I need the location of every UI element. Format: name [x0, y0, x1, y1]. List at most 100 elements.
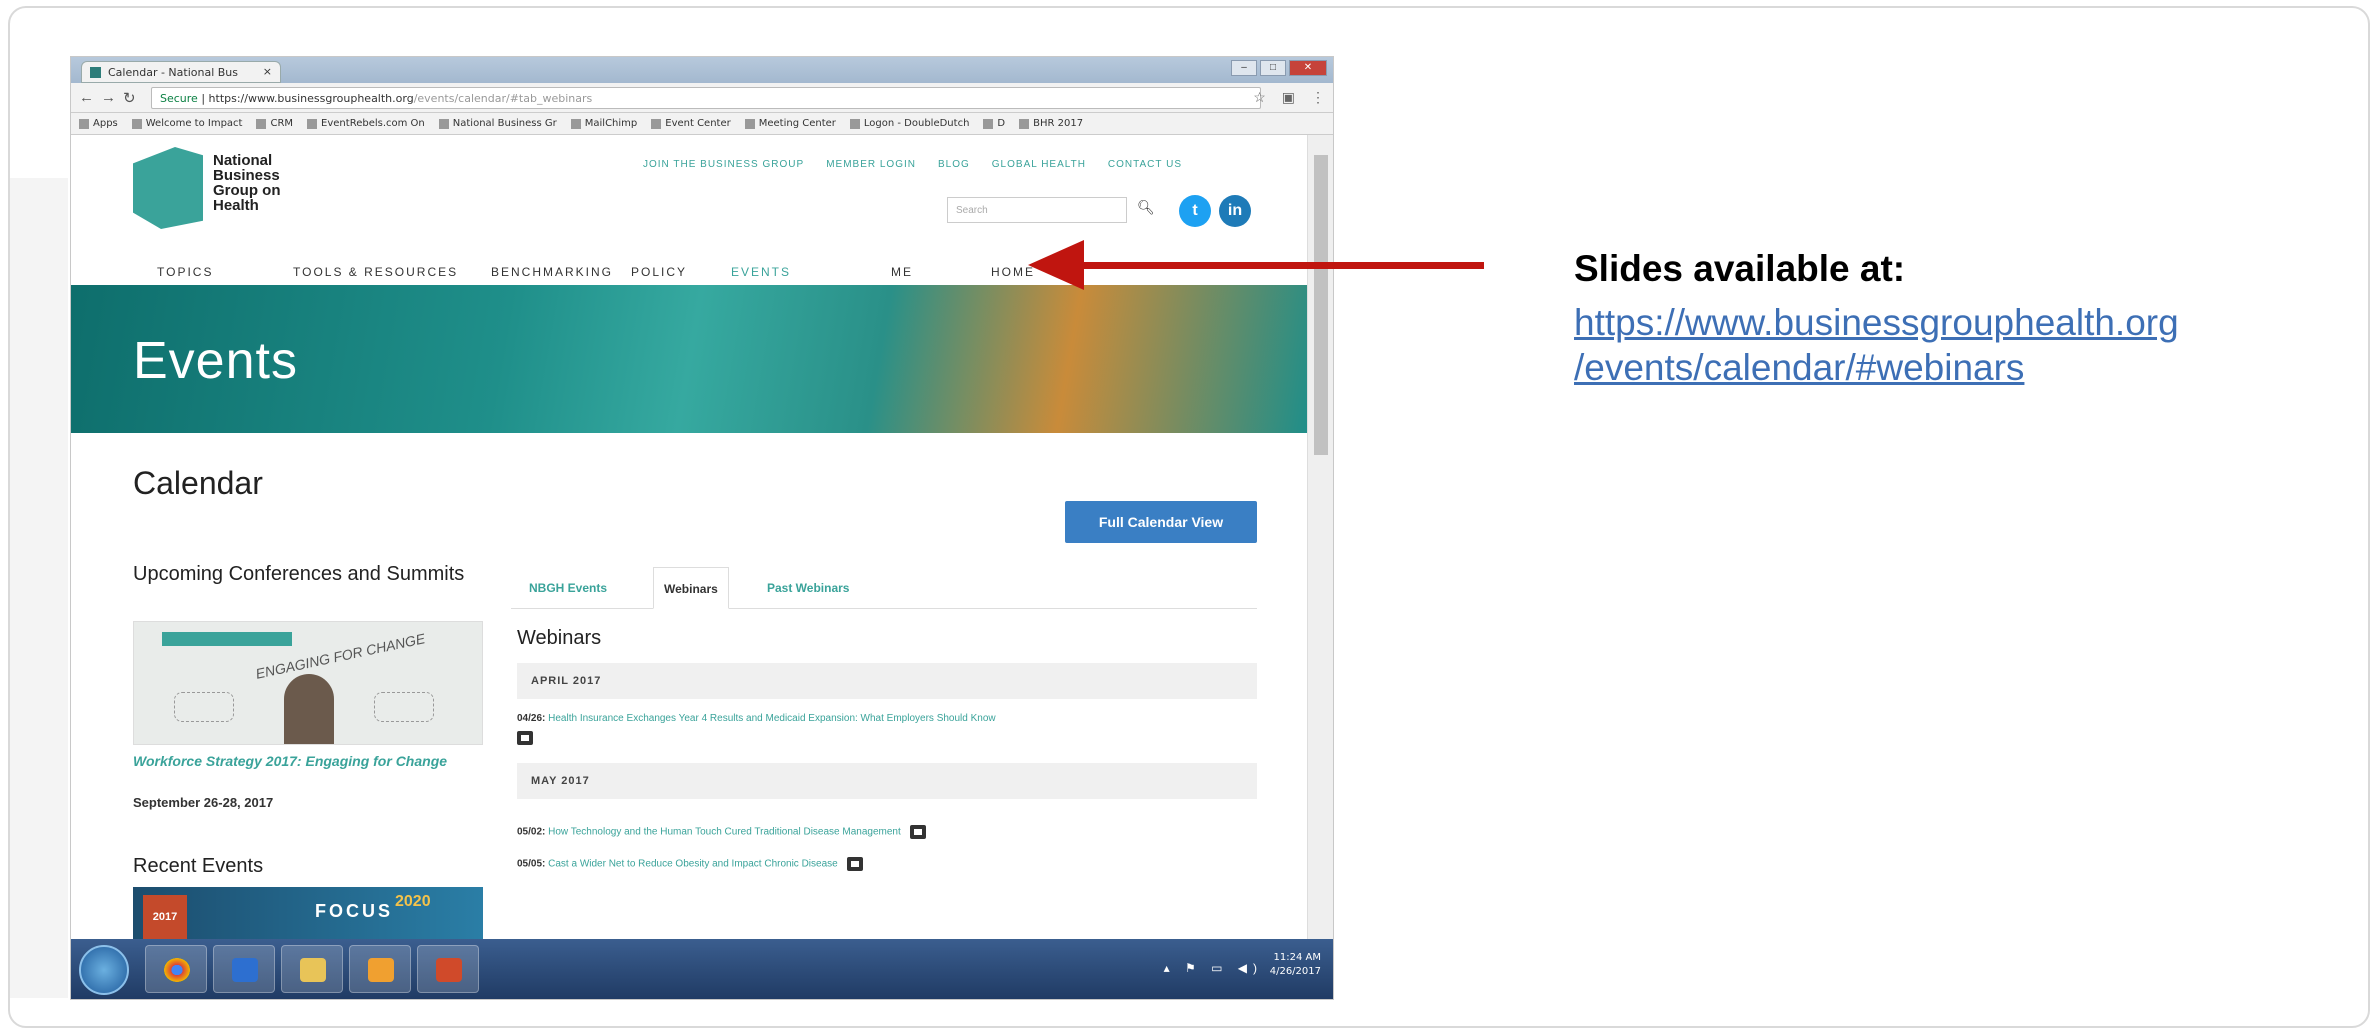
browser-screenshot: Calendar - National Bus × – □ ✕ ← → ↻ Se… — [70, 56, 1334, 1000]
slides-link[interactable]: https://www.businessgrouphealth.org /eve… — [1574, 300, 2179, 390]
callout-label: Slides available at: — [1574, 248, 1906, 289]
conference-image[interactable]: ENGAGING FOR CHANGE — [133, 621, 483, 745]
bookmark-icon — [651, 118, 662, 129]
url-path: /events/calendar/#tab_webinars — [413, 92, 593, 105]
recent-event-image[interactable]: 2017 2020 FOCUS — [133, 887, 483, 939]
nav-item-topics[interactable]: TOPICS — [157, 253, 213, 279]
menu-icon[interactable]: ⋮ — [1311, 89, 1325, 106]
search-icon[interactable]: 🔍︎ — [1137, 199, 1155, 216]
explorer-taskbar-icon[interactable] — [281, 945, 343, 993]
bookmark-item[interactable]: EventRebels.com On — [307, 118, 425, 129]
event-item[interactable]: 05/02: How Technology and the Human Touc… — [517, 825, 926, 839]
windows-taskbar: ▴ ⚑ ▭ ◀) 11:24 AM 4/26/2017 — [71, 939, 1333, 999]
bookmark-icon — [79, 118, 89, 129]
utility-links: JOIN THE BUSINESS GROUP MEMBER LOGIN BLOG G… — [643, 159, 1182, 170]
bookmark-item[interactable]: CRM — [256, 118, 293, 129]
forward-icon[interactable]: → — [101, 89, 116, 106]
bookmark-icon — [570, 118, 581, 129]
recent-image-year: 2020 — [395, 893, 431, 910]
bookmark-icon — [307, 118, 318, 129]
month-header: MAY 2017 — [517, 763, 1257, 799]
taskbar-clock[interactable]: 11:24 AM 4/26/2017 — [1270, 951, 1321, 979]
bookmarks-bar: Apps Welcome to Impact CRM EventRebels.com … — [71, 113, 1333, 135]
favicon-icon — [90, 67, 101, 78]
utility-link[interactable]: BLOG — [938, 159, 970, 170]
tab-nbgh-events[interactable]: NBGH Events — [519, 567, 617, 609]
scroll-thumb[interactable] — [1314, 155, 1328, 455]
minimize-button[interactable]: – — [1231, 60, 1257, 76]
slide-edge-panel — [10, 178, 68, 998]
linkedin-icon[interactable]: in — [1219, 195, 1251, 227]
nav-item-tools-resources[interactable]: TOOLS & RESOURCES — [293, 253, 458, 279]
page-scrollbar[interactable] — [1307, 135, 1333, 939]
bookmark-item[interactable]: Meeting Center — [744, 118, 836, 129]
tab-close-icon[interactable]: × — [263, 65, 272, 78]
bookmark-icon — [131, 118, 142, 129]
webinar-tabs: NBGH Events Webinars Past Webinars — [511, 567, 1257, 609]
media-player-taskbar-icon[interactable] — [213, 945, 275, 993]
full-calendar-button[interactable]: Full Calendar View — [1065, 501, 1257, 543]
address-bar-row: ← → ↻ Secure | https://www.businessgroup… — [71, 83, 1333, 113]
event-item[interactable]: 04/26: Health Insurance Exchanges Year 4… — [517, 713, 996, 724]
nbgh-logo-icon[interactable] — [133, 147, 203, 229]
nav-item-benchmarking[interactable]: BENCHMARKING — [491, 253, 613, 279]
doodle-shape — [174, 692, 234, 722]
conference-link[interactable]: Workforce Strategy 2017: Engaging for Ch… — [133, 751, 463, 772]
utility-link[interactable]: MEMBER LOGIN — [826, 159, 916, 170]
nav-item-me[interactable]: ME — [891, 253, 913, 279]
outlook-taskbar-icon[interactable] — [349, 945, 411, 993]
utility-link[interactable]: CONTACT US — [1108, 159, 1182, 170]
nav-item-policy[interactable]: POLICY — [631, 253, 687, 279]
twitter-icon[interactable]: t — [1179, 195, 1211, 227]
url-host: https://www.businessgrouphealth.org — [208, 92, 414, 105]
speaker-photo — [284, 674, 334, 744]
logo-text[interactable]: National Business Group on Health — [213, 153, 281, 213]
video-icon[interactable] — [517, 731, 533, 745]
bookmark-icon — [983, 118, 994, 129]
recent-image-text: FOCUS — [315, 901, 393, 921]
bookmark-item[interactable]: MailChimp — [570, 118, 637, 129]
hero-banner: Events — [71, 285, 1309, 433]
tab-past-webinars[interactable]: Past Webinars — [757, 567, 859, 609]
back-icon[interactable]: ← — [79, 89, 94, 106]
close-window-button[interactable]: ✕ — [1289, 60, 1327, 76]
image-badge — [162, 632, 292, 646]
page-title: Calendar — [133, 465, 263, 501]
nav-item-events[interactable]: EVENTS — [731, 253, 791, 279]
video-icon[interactable] — [846, 857, 863, 871]
bookmark-item[interactable]: BHR 2017 — [1019, 118, 1083, 129]
bookmark-item[interactable]: National Business Gr — [438, 118, 557, 129]
browser-titlebar: Calendar - National Bus × – □ ✕ — [71, 57, 1333, 83]
reload-icon[interactable]: ↻ — [123, 89, 136, 107]
start-button-icon[interactable] — [79, 945, 129, 995]
bookmark-item[interactable]: Apps — [79, 118, 118, 129]
star-icon[interactable]: ☆ — [1253, 89, 1266, 106]
webinars-heading: Webinars — [517, 627, 602, 649]
maximize-button[interactable]: □ — [1260, 60, 1286, 76]
secure-label: Secure — [160, 92, 198, 105]
bookmark-item[interactable]: D — [983, 118, 1005, 129]
bookmark-icon — [744, 118, 755, 129]
chrome-taskbar-icon[interactable] — [145, 945, 207, 993]
tab-webinars[interactable]: Webinars — [653, 567, 729, 609]
utility-link[interactable]: JOIN THE BUSINESS GROUP — [643, 159, 804, 170]
bookmark-item[interactable]: Welcome to Impact — [131, 118, 242, 129]
url-input[interactable]: Secure | https://www.businessgrouphealth… — [151, 87, 1261, 109]
bookmark-item[interactable]: Logon - DoubleDutch — [849, 118, 969, 129]
utility-link[interactable]: GLOBAL HEALTH — [992, 159, 1086, 170]
site-search-input[interactable]: Search — [947, 197, 1127, 223]
window-controls: – □ ✕ — [1231, 60, 1327, 76]
system-tray-icons[interactable]: ▴ ⚑ ▭ ◀) — [1164, 961, 1263, 975]
browser-tab[interactable]: Calendar - National Bus × — [81, 61, 281, 83]
event-item[interactable]: 05/05: Cast a Wider Net to Reduce Obesit… — [517, 857, 863, 871]
powerpoint-taskbar-icon[interactable] — [417, 945, 479, 993]
bookmark-icon — [849, 118, 860, 129]
bookmark-item[interactable]: Event Center — [651, 118, 731, 129]
bookmark-icon — [438, 118, 449, 129]
video-icon[interactable] — [909, 825, 926, 839]
extension-icon[interactable]: ▣ — [1282, 89, 1295, 106]
conferences-heading: Upcoming Conferences and Summits — [133, 563, 465, 585]
bookmark-icon — [256, 118, 267, 129]
toolbar-icons: ☆ ▣ ⋮ — [1253, 89, 1325, 106]
main-nav: TOPICS TOOLS & RESOURCES BENCHMARKING POLIC… — [71, 253, 1309, 289]
